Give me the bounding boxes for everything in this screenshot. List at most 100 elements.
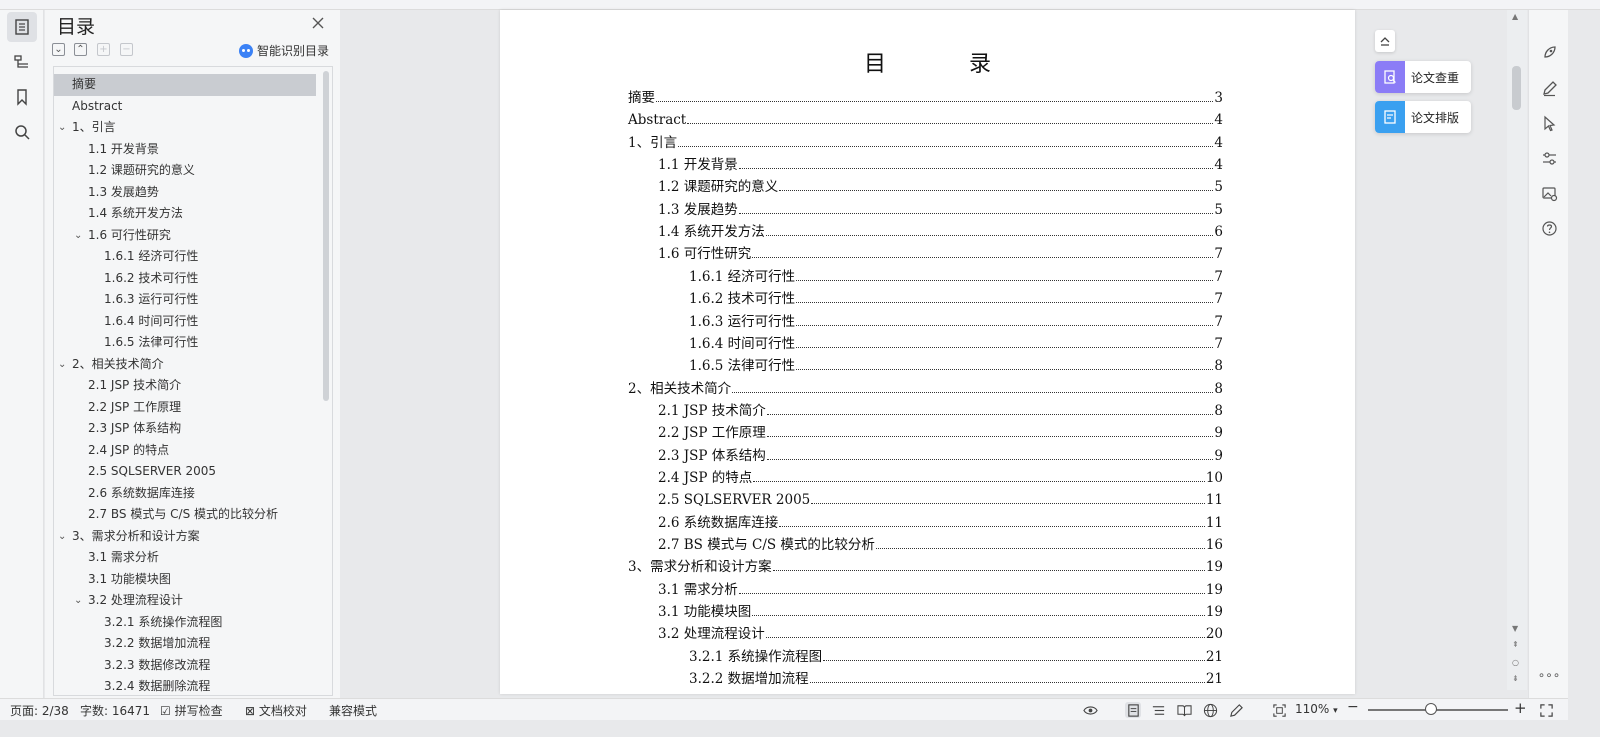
document-scrollbar[interactable]: ▲ ▼ ⇞ ○ ⇟	[1507, 10, 1527, 690]
toc-entry[interactable]: 2.7 BS 模式与 C/S 模式的比较分析 16	[658, 533, 1223, 553]
scroll-down-arrow-icon[interactable]: ▼	[1512, 624, 1518, 633]
toc-entry[interactable]: 2.1 JSP 技术简介 8	[658, 399, 1223, 419]
toc-entry[interactable]: 1.6.2 技术可行性 7	[689, 287, 1223, 307]
help-button[interactable]	[1539, 218, 1559, 238]
outline-item[interactable]: 3.1 功能模块图	[54, 569, 316, 591]
toc-entry[interactable]: 1.1 开发背景 4	[658, 153, 1223, 173]
chevron-down-icon[interactable]: ⌄	[58, 117, 66, 139]
outline-item[interactable]: 1.3 发展趋势	[54, 182, 316, 204]
toc-entry[interactable]: 1.6 可行性研究 7	[658, 242, 1223, 262]
collapse-all-button[interactable]: ⌃	[74, 43, 87, 56]
expand-all-button[interactable]: ⌄	[52, 43, 65, 56]
close-icon[interactable]	[310, 15, 326, 31]
outline-item[interactable]: 1.2 课题研究的意义	[54, 160, 316, 182]
outline-item[interactable]: 1.6.5 法律可行性	[54, 332, 316, 354]
scrollbar-thumb[interactable]	[1512, 66, 1521, 110]
read-mode-button[interactable]	[1176, 702, 1192, 718]
outline-item[interactable]: ⌄ 1.6 可行性研究	[54, 225, 316, 247]
toc-entry[interactable]: Abstract 4	[628, 108, 1223, 128]
toc-entry[interactable]: 2.3 JSP 体系结构 9	[658, 444, 1223, 464]
outline-item[interactable]: 3.2.4 数据删除流程	[54, 676, 316, 695]
eye-protect-button[interactable]	[1082, 702, 1098, 718]
scroll-up-arrow-icon[interactable]: ▲	[1512, 12, 1518, 21]
chevron-down-icon[interactable]: ⌄	[58, 354, 66, 376]
outline-item[interactable]: 3.2.2 数据增加流程	[54, 633, 316, 655]
outline-item[interactable]: ⌄ 2、相关技术简介	[54, 354, 316, 376]
toc-entry[interactable]: 1.6.5 法律可行性 8	[689, 354, 1223, 374]
toc-entry[interactable]: 2.5 SQLSERVER 2005 11	[658, 488, 1223, 508]
outline-item[interactable]: ⌄ 1、引言	[54, 117, 316, 139]
outline-toggle-button[interactable]	[7, 12, 37, 42]
outline-item[interactable]: 2.4 JSP 的特点	[54, 440, 316, 462]
thesis-check-button[interactable]: 论文查重	[1375, 61, 1471, 93]
smart-toc-button[interactable]: 智能识别目录	[239, 42, 329, 59]
word-count[interactable]: 字数: 16471	[80, 702, 150, 719]
zoom-in-button[interactable]: +	[1514, 699, 1527, 717]
outline-item[interactable]: 3.1 需求分析	[54, 547, 316, 569]
toc-entry[interactable]: 3.1 功能模块图 19	[658, 600, 1223, 620]
toc-entry[interactable]: 摘要 3	[628, 86, 1223, 106]
search-button[interactable]	[7, 117, 37, 147]
write-mode-button[interactable]	[1228, 702, 1244, 718]
outline-item[interactable]: 摘要	[54, 74, 316, 96]
outline-item[interactable]: 2.7 BS 模式与 C/S 模式的比较分析	[54, 504, 316, 526]
chevron-down-icon[interactable]: ⌄	[74, 590, 82, 612]
next-page-icon[interactable]: ⇟	[1512, 674, 1519, 683]
outline-item[interactable]: 2.2 JSP 工作原理	[54, 397, 316, 419]
outline-item[interactable]: 1.6.4 时间可行性	[54, 311, 316, 333]
page-marker-icon[interactable]: ○	[1512, 658, 1519, 667]
doc-proof-button[interactable]: ⊠ 文档校对	[245, 702, 307, 719]
bookmark-button[interactable]	[7, 82, 37, 112]
toc-entry[interactable]: 2、相关技术简介 8	[628, 377, 1223, 397]
outline-item[interactable]: 3.2.1 系统操作流程图	[54, 612, 316, 634]
outline-item[interactable]: ⌄ 3.2 处理流程设计	[54, 590, 316, 612]
page-indicator[interactable]: 页面: 2/38	[10, 702, 69, 719]
toc-entry[interactable]: 1.3 发展趋势 5	[658, 198, 1223, 218]
outline-item[interactable]: 1.6.3 运行可行性	[54, 289, 316, 311]
chevron-down-icon[interactable]: ⌄	[74, 225, 82, 247]
image-tool-button[interactable]	[1539, 183, 1559, 203]
outline-item[interactable]: ⌄ 3、需求分析和设计方案	[54, 526, 316, 548]
prev-page-icon[interactable]: ⇞	[1512, 640, 1519, 649]
thesis-format-button[interactable]: 论文排版	[1375, 101, 1471, 133]
outline-item[interactable]: 3.2.3 数据修改流程	[54, 655, 316, 677]
spell-check-button[interactable]: ☑ 拼写检查	[160, 702, 223, 719]
adjust-button[interactable]	[1539, 148, 1559, 168]
select-tool-button[interactable]	[1539, 113, 1559, 133]
pen-tool-button[interactable]	[1539, 78, 1559, 98]
rocket-button[interactable]	[1539, 42, 1559, 62]
outline-scrollbar[interactable]	[323, 71, 329, 401]
outline-item[interactable]: 2.1 JSP 技术简介	[54, 375, 316, 397]
zoom-out-button[interactable]: −	[1347, 699, 1359, 715]
outline-item[interactable]: 1.6.2 技术可行性	[54, 268, 316, 290]
fit-page-button[interactable]	[1271, 702, 1287, 718]
toc-entry[interactable]: 3.2.1 系统操作流程图 21	[689, 645, 1223, 665]
toc-entry[interactable]: 3、需求分析和设计方案 19	[628, 555, 1223, 575]
toc-entry[interactable]: 3.2 处理流程设计 20	[658, 622, 1223, 642]
zoom-select[interactable]: 110% ▾	[1295, 702, 1338, 716]
float-collapse-button[interactable]	[1375, 30, 1395, 52]
chapter-nav-button[interactable]	[7, 47, 37, 77]
more-button[interactable]: ∘∘∘	[1538, 665, 1561, 685]
toc-entry[interactable]: 1、引言 4	[628, 131, 1223, 151]
chevron-down-icon[interactable]: ⌄	[58, 526, 66, 548]
document-page[interactable]: 目 录 摘要 3 Abstract 4 1、引言 4 1.1 开发背景 4 1.2 课题研究的意…	[500, 10, 1355, 694]
toc-entry[interactable]: 1.6.4 时间可行性 7	[689, 332, 1223, 352]
toc-entry[interactable]: 1.6.1 经济可行性 7	[689, 265, 1223, 285]
zoom-slider-knob[interactable]	[1425, 703, 1437, 715]
remove-heading-button[interactable]: −	[120, 43, 133, 56]
outline-item[interactable]: 2.3 JSP 体系结构	[54, 418, 316, 440]
outline-item[interactable]: 1.4 系统开发方法	[54, 203, 316, 225]
toc-entry[interactable]: 2.6 系统数据库连接 11	[658, 511, 1223, 531]
outline-item[interactable]: 1.1 开发背景	[54, 139, 316, 161]
outline-item[interactable]: Abstract	[54, 96, 316, 118]
fullscreen-button[interactable]	[1538, 702, 1554, 718]
toc-entry[interactable]: 2.4 JSP 的特点 10	[658, 466, 1223, 486]
outline-item[interactable]: 2.5 SQLSERVER 2005	[54, 461, 316, 483]
toc-entry[interactable]: 3.2.2 数据增加流程 21	[689, 667, 1223, 687]
toc-entry[interactable]: 1.4 系统开发方法 6	[658, 220, 1223, 240]
zoom-slider-track[interactable]	[1368, 709, 1508, 711]
outline-view-button[interactable]	[1150, 702, 1166, 718]
web-view-button[interactable]	[1202, 702, 1218, 718]
toc-entry[interactable]: 1.6.3 运行可行性 7	[689, 310, 1223, 330]
